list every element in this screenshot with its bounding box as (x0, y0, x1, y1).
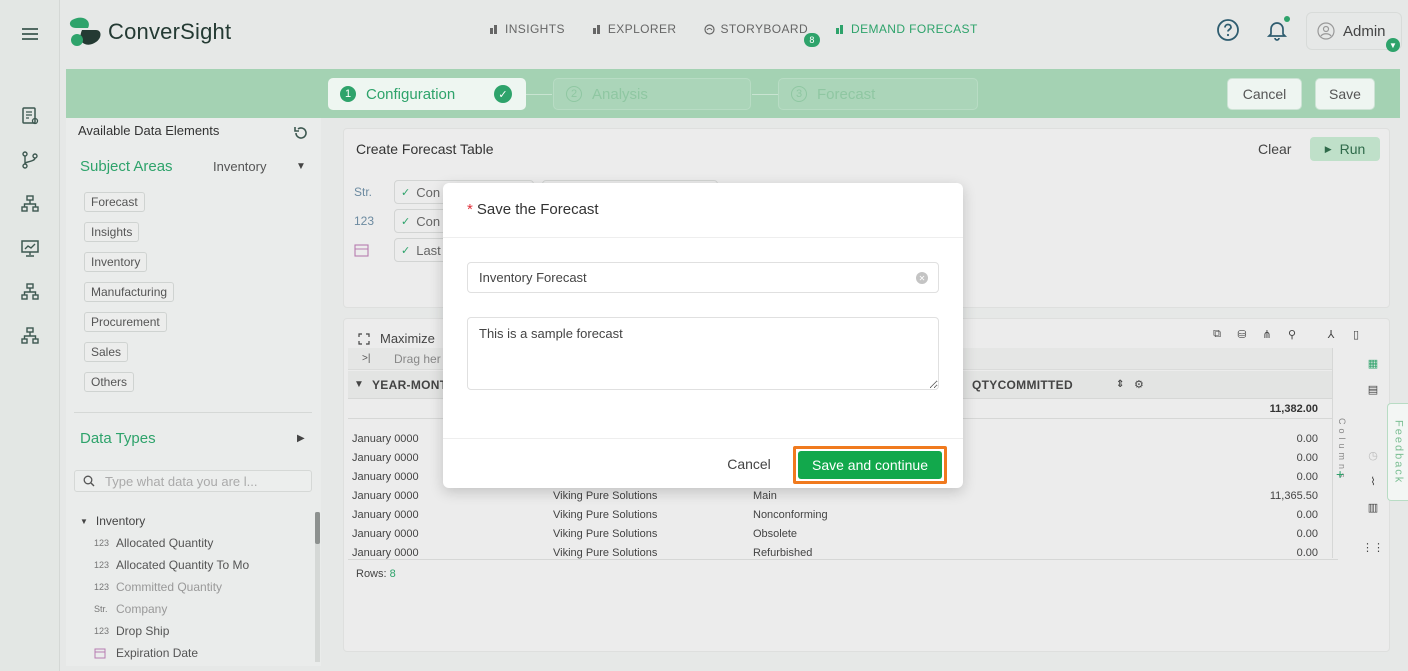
modal-title-text: Save the Forecast (476, 201, 599, 218)
modal-header: * Save the Forecast (443, 183, 963, 238)
save-and-continue-button[interactable]: Save and continue (798, 451, 942, 479)
clear-input-icon[interactable]: ✕ (916, 272, 928, 284)
save-forecast-modal: *Save the Forecast ✕ This is a sample fo… (443, 183, 963, 488)
forecast-description-input[interactable]: This is a sample forecast (467, 317, 939, 390)
modal-footer-divider (443, 438, 963, 439)
modal-title: * Save the Forecast (467, 201, 599, 218)
modal-cancel-button[interactable]: Cancel (713, 450, 785, 478)
forecast-name-input[interactable] (467, 262, 939, 293)
required-mark: * (467, 201, 473, 218)
